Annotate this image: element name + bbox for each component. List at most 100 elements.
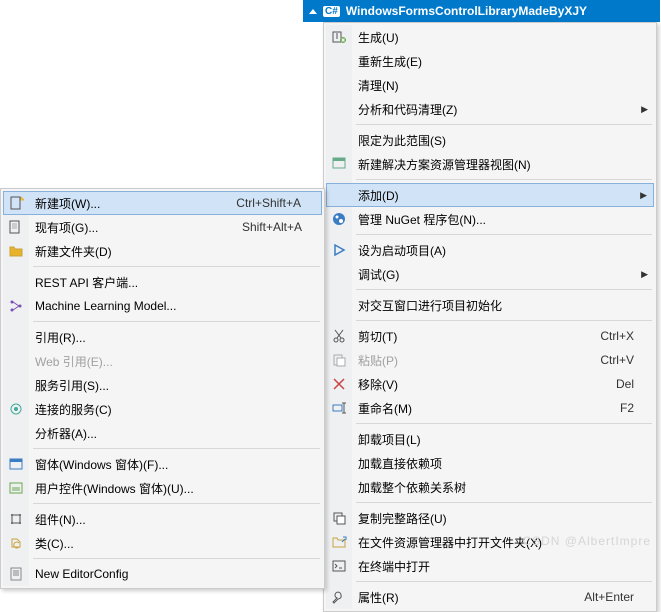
add-item-5[interactable]: Machine Learning Model... [3, 294, 322, 318]
add-item-8: Web 引用(E)... [3, 349, 322, 373]
menu-item-label: 粘贴(P) [358, 352, 560, 369]
menu-item-label: 新建解决方案资源管理器视图(N) [358, 156, 634, 173]
menu-item-label: 添加(D) [358, 187, 633, 204]
menu-item-label: 组件(N)... [35, 511, 302, 528]
menu-item-label: 重命名(M) [358, 400, 580, 417]
newitem-icon [9, 195, 25, 211]
menu-item-label: 属性(R) [358, 589, 544, 606]
add-item-4[interactable]: REST API 客户端... [3, 270, 322, 294]
add-item-16[interactable]: 组件(N)... [3, 507, 322, 531]
separator [356, 502, 652, 503]
menu-item-label: 现有项(G)... [35, 219, 202, 236]
ctx-item-27[interactable]: 在终端中打开 [326, 554, 654, 578]
add-item-2[interactable]: 新建文件夹(D) [3, 239, 322, 263]
menu-item-label: Machine Learning Model... [35, 299, 302, 313]
ctx-item-6[interactable]: 新建解决方案资源管理器视图(N) [326, 152, 654, 176]
separator [356, 124, 652, 125]
ctx-item-5[interactable]: 限定为此范围(S) [326, 128, 654, 152]
shortcut-label: Ctrl+Shift+A [236, 196, 301, 210]
connected-icon [8, 401, 24, 417]
add-submenu: 新建项(W)... Ctrl+Shift+A 现有项(G)... Shift+Alt+… [0, 188, 325, 589]
menu-item-label: 新建项(W)... [35, 195, 196, 212]
ctx-item-21[interactable]: 卸载项目(L) [326, 427, 654, 451]
menu-item-label: 管理 NuGet 程序包(N)... [358, 211, 634, 228]
menu-item-label: 用户控件(Windows 窗体)(U)... [35, 480, 302, 497]
shortcut-label: Shift+Alt+A [242, 220, 302, 234]
component-icon [8, 511, 24, 527]
add-item-11[interactable]: 分析器(A)... [3, 421, 322, 445]
menu-item-label: 卸载项目(L) [358, 431, 634, 448]
ctx-item-12[interactable]: 调试(G) ▶ [326, 262, 654, 286]
menu-item-label: 限定为此范围(S) [358, 132, 634, 149]
separator [33, 503, 320, 504]
ctx-item-22[interactable]: 加载直接依赖项 [326, 451, 654, 475]
ctx-item-1[interactable]: 重新生成(E) [326, 49, 654, 73]
menu-item-label: 复制完整路径(U) [358, 510, 634, 527]
separator [356, 320, 652, 321]
add-item-7[interactable]: 引用(R)... [3, 325, 322, 349]
class-icon [8, 535, 24, 551]
ctx-item-17: 粘贴(P)Ctrl+V [326, 348, 654, 372]
add-item-9[interactable]: 服务引用(S)... [3, 373, 322, 397]
menu-item-label: New EditorConfig [35, 567, 302, 581]
newfolder-icon [8, 243, 24, 259]
project-header[interactable]: C# WindowsFormsControlLibraryMadeByXJY [303, 0, 660, 22]
build-icon [331, 29, 347, 45]
add-item-13[interactable]: 窗体(Windows 窗体)(F)... [3, 452, 322, 476]
usercontrol-icon [8, 480, 24, 496]
ctx-item-23[interactable]: 加载整个依赖关系树 [326, 475, 654, 499]
existitem-icon [8, 219, 24, 235]
terminal-icon [331, 558, 347, 574]
ctx-item-25[interactable]: 复制完整路径(U) [326, 506, 654, 530]
ctx-item-19[interactable]: 重命名(M)F2 [326, 396, 654, 420]
separator [33, 448, 320, 449]
ctx-item-16[interactable]: 剪切(T)Ctrl+X [326, 324, 654, 348]
menu-item-label: 重新生成(E) [358, 53, 634, 70]
menu-item-label: 分析器(A)... [35, 425, 302, 442]
ctx-item-8[interactable]: 添加(D) ▶ [326, 183, 654, 207]
ctx-item-11[interactable]: 设为启动项目(A) [326, 238, 654, 262]
expand-triangle-icon [309, 9, 317, 14]
project-name: WindowsFormsControlLibraryMadeByXJY [346, 4, 587, 18]
ctx-item-29[interactable]: 属性(R) Alt+Enter [326, 585, 654, 609]
ctx-item-14[interactable]: 对交互窗口进行项目初始化 [326, 293, 654, 317]
menu-item-label: 生成(U) [358, 29, 634, 46]
ctx-item-0[interactable]: 生成(U) [326, 25, 654, 49]
ctx-item-3[interactable]: 分析和代码清理(Z)▶ [326, 97, 654, 121]
menu-item-label: 调试(G) [358, 266, 634, 283]
nuget-icon [331, 211, 347, 227]
shortcut-label: Ctrl+X [600, 329, 634, 343]
startup-icon [331, 242, 347, 258]
rename-icon [331, 400, 347, 416]
menu-item-label: 加载整个依赖关系树 [358, 479, 634, 496]
ctx-item-2[interactable]: 清理(N) [326, 73, 654, 97]
menu-item-label: 新建文件夹(D) [35, 243, 302, 260]
separator [33, 266, 320, 267]
add-item-19[interactable]: New EditorConfig [3, 562, 322, 586]
cut-icon [331, 328, 347, 344]
add-item-17[interactable]: 类(C)... [3, 531, 322, 555]
submenu-arrow-icon: ▶ [641, 269, 648, 280]
separator [33, 321, 320, 322]
menu-item-label: 对交互窗口进行项目初始化 [358, 297, 634, 314]
menu-item-label: 清理(N) [358, 77, 634, 94]
add-item-0[interactable]: 新建项(W)... Ctrl+Shift+A [3, 191, 322, 215]
ctx-item-18[interactable]: 移除(V)Del [326, 372, 654, 396]
separator [356, 581, 652, 582]
add-item-10[interactable]: 连接的服务(C) [3, 397, 322, 421]
menu-item-label: 连接的服务(C) [35, 401, 302, 418]
menu-item-label: 窗体(Windows 窗体)(F)... [35, 456, 302, 473]
separator [33, 558, 320, 559]
shortcut-label: Alt+Enter [584, 590, 634, 604]
separator [356, 179, 652, 180]
language-badge: C# [323, 6, 340, 17]
add-item-1[interactable]: 现有项(G)... Shift+Alt+A [3, 215, 322, 239]
newview-icon [331, 156, 347, 172]
project-context-menu: 生成(U) 重新生成(E) 清理(N) 分析和代码清理(Z)▶ 限定为此范围(S) 新建解… [323, 22, 657, 612]
ctx-item-9[interactable]: 管理 NuGet 程序包(N)... [326, 207, 654, 231]
menu-item-label: REST API 客户端... [35, 274, 302, 291]
separator [356, 289, 652, 290]
folder-icon [331, 534, 347, 550]
add-item-14[interactable]: 用户控件(Windows 窗体)(U)... [3, 476, 322, 500]
submenu-arrow-icon: ▶ [640, 190, 647, 201]
